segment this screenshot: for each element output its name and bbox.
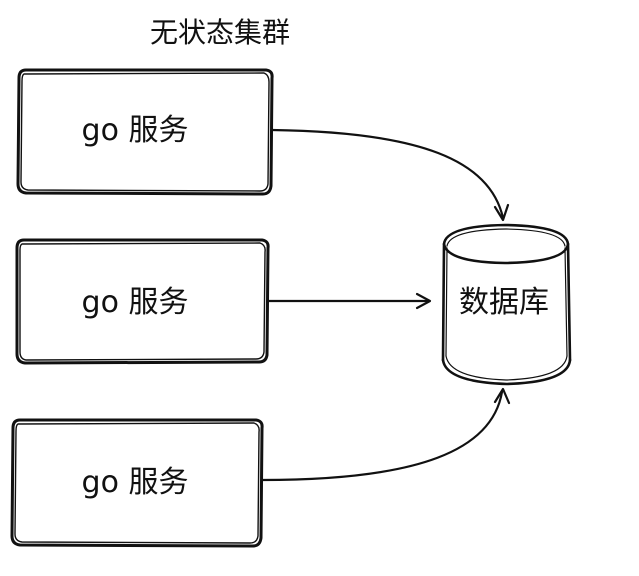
service-box-3: go 服务	[10, 418, 264, 548]
connector-service-1-to-database	[270, 128, 510, 222]
database-cylinder-icon: 数据库	[441, 223, 572, 386]
connector-service-3-to-database	[260, 387, 511, 482]
service-label-2: go 服务	[82, 285, 189, 320]
service-box-1: go 服务	[16, 68, 274, 196]
cluster-diagram: 无状态集群 go 服务 go 服务 go 服务 数据库	[10, 16, 572, 548]
service-label-3: go 服务	[82, 465, 189, 500]
service-label-1: go 服务	[82, 113, 189, 148]
database-label: 数据库	[459, 285, 549, 320]
connector-service-2-to-database	[266, 292, 432, 310]
service-box-2: go 服务	[15, 238, 270, 365]
diagram-title: 无状态集群	[150, 16, 290, 49]
